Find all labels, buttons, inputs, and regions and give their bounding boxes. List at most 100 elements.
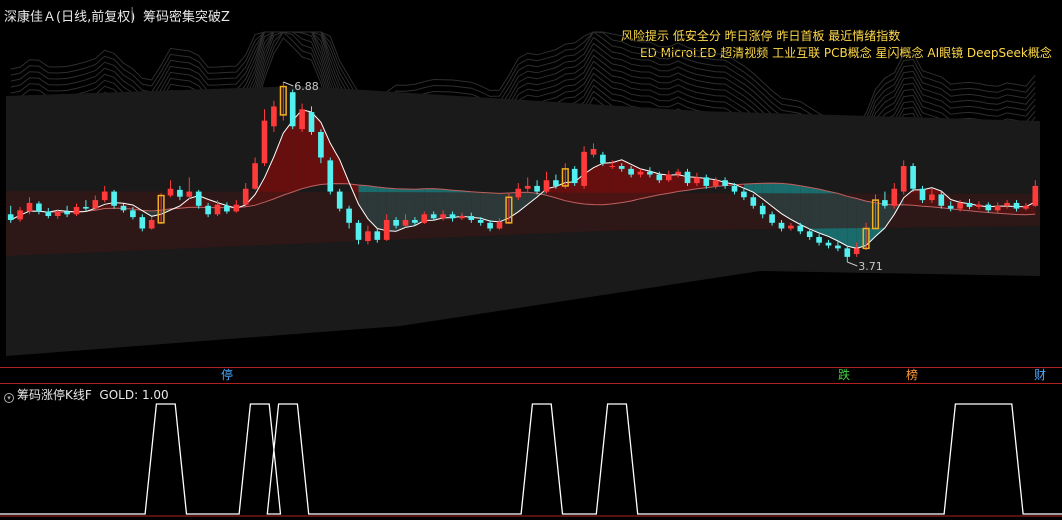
- candle-body[interactable]: [712, 180, 719, 186]
- candle-body[interactable]: [177, 189, 183, 197]
- candle-body[interactable]: [750, 197, 757, 206]
- candle-body[interactable]: [966, 202, 973, 207]
- candle-body[interactable]: [83, 206, 89, 209]
- candle-body[interactable]: [882, 200, 888, 206]
- candle-body[interactable]: [675, 171, 681, 175]
- candle-body[interactable]: [421, 214, 428, 223]
- marker-halt[interactable]: 停: [219, 368, 235, 383]
- candle-body[interactable]: [205, 205, 211, 215]
- candle-body[interactable]: [656, 174, 663, 181]
- candle-body[interactable]: [1004, 202, 1010, 206]
- candle-body[interactable]: [769, 214, 775, 223]
- candle-body[interactable]: [1032, 185, 1039, 206]
- candle-body[interactable]: [412, 219, 418, 223]
- candle-body[interactable]: [947, 205, 954, 209]
- marker-dragon-tiger[interactable]: 榜: [904, 368, 920, 383]
- candle-body[interactable]: [910, 166, 916, 189]
- candle-body[interactable]: [515, 188, 522, 198]
- candle-body[interactable]: [628, 168, 634, 175]
- signal-chart[interactable]: [0, 400, 1062, 520]
- candle-body[interactable]: [665, 174, 672, 181]
- candle-body[interactable]: [64, 211, 70, 215]
- candle-body[interactable]: [374, 231, 381, 240]
- candle-body[interactable]: [731, 185, 738, 192]
- candle-body[interactable]: [111, 191, 117, 206]
- candle-body[interactable]: [806, 231, 813, 238]
- stock-title[interactable]: 深康佳Ａ(日线,前复权): [4, 6, 135, 25]
- candle-body[interactable]: [252, 163, 258, 189]
- indicator-title[interactable]: 筹码密集突破Z: [143, 6, 230, 25]
- candle-body[interactable]: [299, 109, 305, 130]
- candle-body[interactable]: [637, 171, 644, 175]
- candle-body[interactable]: [271, 106, 277, 127]
- candle-body[interactable]: [365, 231, 371, 241]
- candle-body[interactable]: [590, 149, 597, 155]
- candle-body[interactable]: [101, 191, 108, 201]
- candle-body[interactable]: [468, 216, 475, 220]
- candle-body[interactable]: [195, 191, 202, 206]
- candle-body[interactable]: [600, 154, 606, 164]
- candle-body[interactable]: [449, 214, 456, 219]
- candle-body[interactable]: [976, 204, 982, 207]
- candle-body[interactable]: [647, 171, 653, 175]
- candle-body[interactable]: [741, 191, 747, 198]
- candle-body[interactable]: [543, 180, 550, 192]
- candle-body[interactable]: [477, 219, 484, 223]
- candle-body[interactable]: [430, 214, 437, 219]
- candle-body[interactable]: [224, 205, 230, 212]
- candle-body[interactable]: [120, 205, 127, 211]
- candle-body[interactable]: [73, 206, 80, 215]
- candle-body[interactable]: [355, 222, 362, 240]
- candle-body[interactable]: [130, 210, 136, 218]
- candle-body[interactable]: [36, 203, 42, 212]
- candle-body[interactable]: [214, 204, 221, 215]
- candle-body[interactable]: [797, 225, 804, 232]
- candle-body[interactable]: [308, 112, 315, 132]
- candle-body[interactable]: [336, 191, 343, 209]
- candle-body[interactable]: [393, 219, 399, 226]
- marker-financial[interactable]: 财: [1032, 368, 1048, 383]
- candlestick-chart[interactable]: [0, 26, 1062, 367]
- candle-body[interactable]: [534, 185, 540, 192]
- candle-body[interactable]: [92, 200, 99, 209]
- candle-body[interactable]: [167, 188, 174, 196]
- candle-body[interactable]: [242, 188, 249, 205]
- candle-body[interactable]: [929, 194, 935, 201]
- candle-body[interactable]: [938, 194, 945, 206]
- candle-body[interactable]: [459, 216, 465, 219]
- candle-body[interactable]: [684, 171, 691, 184]
- candle-body[interactable]: [139, 217, 146, 229]
- candle-body[interactable]: [891, 188, 898, 206]
- candle-body[interactable]: [148, 219, 155, 229]
- candle-body[interactable]: [289, 92, 296, 127]
- candle-body[interactable]: [402, 219, 409, 226]
- candle-body[interactable]: [54, 211, 61, 217]
- candle-body[interactable]: [722, 180, 728, 186]
- candle-body[interactable]: [1023, 205, 1029, 209]
- candle-body[interactable]: [694, 177, 700, 184]
- candle-body[interactable]: [919, 188, 926, 201]
- candle-body[interactable]: [900, 166, 907, 192]
- candle-body[interactable]: [994, 205, 1001, 211]
- candle-body[interactable]: [618, 166, 625, 169]
- candle-body[interactable]: [844, 248, 851, 257]
- candle-body[interactable]: [327, 160, 334, 192]
- candle-body[interactable]: [853, 248, 860, 255]
- marker-drop[interactable]: 跌: [836, 368, 852, 383]
- candle-body[interactable]: [346, 208, 352, 223]
- candle-body[interactable]: [233, 204, 240, 212]
- candle-body[interactable]: [318, 131, 324, 158]
- candle-body[interactable]: [816, 237, 822, 243]
- candle-body[interactable]: [7, 214, 14, 220]
- candle-body[interactable]: [788, 225, 794, 229]
- candle-body[interactable]: [45, 211, 52, 217]
- candle-body[interactable]: [383, 219, 390, 240]
- candle-body[interactable]: [186, 191, 193, 197]
- candle-body[interactable]: [17, 210, 23, 220]
- candle-body[interactable]: [571, 168, 578, 184]
- candle-body[interactable]: [26, 202, 33, 212]
- candle-body[interactable]: [759, 205, 766, 215]
- candle-body[interactable]: [835, 245, 841, 249]
- candle-body[interactable]: [825, 242, 832, 246]
- candle-body[interactable]: [703, 177, 710, 186]
